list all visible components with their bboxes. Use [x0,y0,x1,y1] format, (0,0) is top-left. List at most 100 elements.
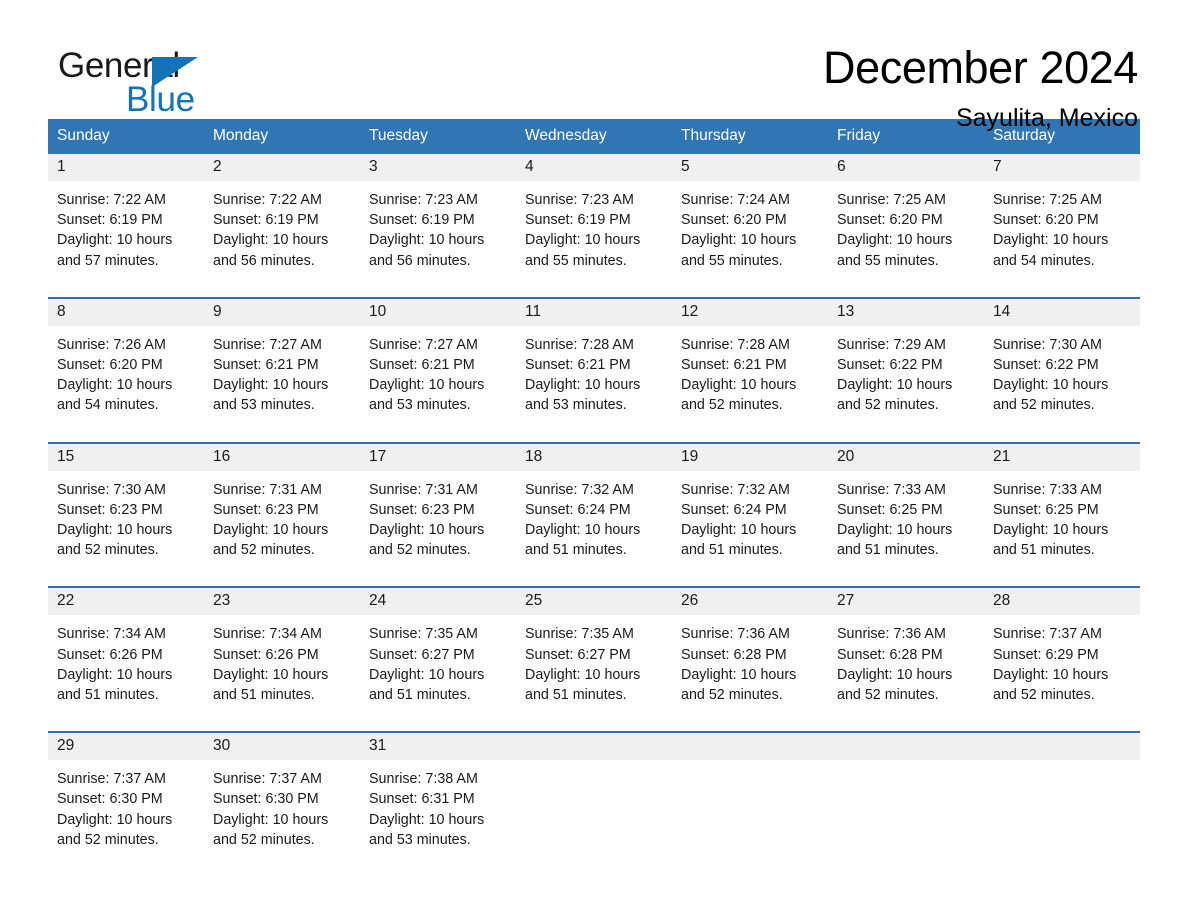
sunset-text: Sunset: 6:26 PM [57,646,163,663]
sunset-text: Sunset: 6:27 PM [525,646,631,663]
daylight-text-line2: and 52 minutes. [369,542,471,559]
day-number: 4 [516,154,672,181]
calendar-day-cell[interactable]: 19 Sunrise: 7:32 AM Sunset: 6:24 PM Dayligh… [672,441,828,588]
daylight-text-line2: and 57 minutes. [57,252,159,269]
sunrise-text: Sunrise: 7:37 AM [993,626,1102,643]
sunset-text: Sunset: 6:23 PM [57,501,163,518]
day-details [828,760,984,795]
calendar-day-cell[interactable]: 30 Sunrise: 7:37 AM Sunset: 6:30 PM Dayligh… [204,731,360,877]
daylight-text-line2: and 52 minutes. [837,687,939,704]
calendar-day-cell[interactable]: 3 Sunrise: 7:23 AM Sunset: 6:19 PM Daylight… [360,154,516,298]
calendar-page: General Blue December 2024 Sayulita, Mex… [0,0,1188,918]
sunrise-text: Sunrise: 7:35 AM [369,626,478,643]
sunrise-text: Sunrise: 7:34 AM [213,626,322,643]
daylight-text-line2: and 52 minutes. [57,542,159,559]
calendar-day-cell[interactable]: 23 Sunrise: 7:34 AM Sunset: 6:26 PM Dayligh… [204,586,360,733]
calendar-day-cell[interactable]: 13 Sunrise: 7:29 AM Sunset: 6:22 PM Dayligh… [828,296,984,443]
calendar-day-cell[interactable]: 5 Sunrise: 7:24 AM Sunset: 6:20 PM Daylight… [672,154,828,298]
day-number: 7 [984,154,1140,181]
calendar-day-cell[interactable]: 1 Sunrise: 7:22 AM Sunset: 6:19 PM Daylight… [48,154,204,298]
calendar-day-cell[interactable]: 25 Sunrise: 7:35 AM Sunset: 6:27 PM Dayligh… [516,586,672,733]
day-number: 3 [360,154,516,181]
calendar-day-cell[interactable]: 6 Sunrise: 7:25 AM Sunset: 6:20 PM Daylight… [828,154,984,298]
calendar-day-cell[interactable]: 7 Sunrise: 7:25 AM Sunset: 6:20 PM Daylight… [984,154,1140,298]
sunrise-text: Sunrise: 7:31 AM [369,481,478,498]
day-details [984,760,1140,795]
day-details: Sunrise: 7:25 AM Sunset: 6:20 PM Daylight:… [828,181,984,297]
daylight-text-line1: Daylight: 10 hours [57,811,173,828]
daylight-text-line2: and 51 minutes. [369,687,471,704]
day-number: 17 [360,443,516,471]
sunrise-text: Sunrise: 7:33 AM [993,481,1102,498]
calendar-day-cell[interactable]: 10 Sunrise: 7:27 AM Sunset: 6:21 PM Dayligh… [360,296,516,443]
calendar-day-cell[interactable]: 20 Sunrise: 7:33 AM Sunset: 6:25 PM Dayligh… [828,441,984,588]
general-blue-logo: General Blue [48,44,248,117]
calendar-day-cell[interactable]: 12 Sunrise: 7:28 AM Sunset: 6:21 PM Dayligh… [672,296,828,443]
sunrise-text: Sunrise: 7:27 AM [213,336,322,353]
daylight-text-line2: and 51 minutes. [837,542,939,559]
daylight-text-line1: Daylight: 10 hours [993,666,1109,683]
calendar-day-cell[interactable]: 21 Sunrise: 7:33 AM Sunset: 6:25 PM Dayligh… [984,441,1140,588]
calendar-day-cell[interactable]: 29 Sunrise: 7:37 AM Sunset: 6:30 PM Dayligh… [48,731,204,877]
day-details: Sunrise: 7:31 AM Sunset: 6:23 PM Daylight:… [204,471,360,587]
day-number: 19 [672,443,828,471]
sunset-text: Sunset: 6:30 PM [57,791,163,808]
calendar-day-cell[interactable]: 31 Sunrise: 7:38 AM Sunset: 6:31 PM Dayligh… [360,731,516,877]
day-number: 6 [828,154,984,181]
day-number: 5 [672,154,828,181]
sunset-text: Sunset: 6:20 PM [57,357,163,374]
daylight-text-line2: and 51 minutes. [525,542,627,559]
calendar-day-cell[interactable]: 8 Sunrise: 7:26 AM Sunset: 6:20 PM Daylight… [48,296,204,443]
page-header: General Blue December 2024 Sayulita, Mex… [48,0,1140,132]
sunrise-text: Sunrise: 7:26 AM [57,336,166,353]
sunset-text: Sunset: 6:30 PM [213,791,319,808]
calendar-day-cell[interactable]: 16 Sunrise: 7:31 AM Sunset: 6:23 PM Dayligh… [204,441,360,588]
sunrise-text: Sunrise: 7:22 AM [57,192,166,208]
calendar-day-cell[interactable]: 18 Sunrise: 7:32 AM Sunset: 6:24 PM Dayligh… [516,441,672,588]
day-number: 30 [204,733,360,761]
daylight-text-line1: Daylight: 10 hours [57,666,173,683]
day-details: Sunrise: 7:32 AM Sunset: 6:24 PM Daylight:… [672,471,828,587]
sunrise-text: Sunrise: 7:35 AM [525,626,634,643]
calendar-day-cell[interactable]: 4 Sunrise: 7:23 AM Sunset: 6:19 PM Daylight… [516,154,672,298]
calendar-day-cell[interactable]: 26 Sunrise: 7:36 AM Sunset: 6:28 PM Dayligh… [672,586,828,733]
calendar-day-cell[interactable]: 14 Sunrise: 7:30 AM Sunset: 6:22 PM Dayligh… [984,296,1140,443]
daylight-text-line1: Daylight: 10 hours [213,811,329,828]
daylight-text-line1: Daylight: 10 hours [369,811,485,828]
sunrise-text: Sunrise: 7:38 AM [369,771,478,788]
calendar-day-cell[interactable]: 24 Sunrise: 7:35 AM Sunset: 6:27 PM Dayligh… [360,586,516,733]
day-number: 9 [204,298,360,326]
sunset-text: Sunset: 6:24 PM [681,501,787,518]
calendar-day-cell[interactable]: 9 Sunrise: 7:27 AM Sunset: 6:21 PM Daylight… [204,296,360,443]
sunrise-text: Sunrise: 7:23 AM [525,192,634,208]
daylight-text-line1: Daylight: 10 hours [525,666,641,683]
calendar-day-cell[interactable]: 22 Sunrise: 7:34 AM Sunset: 6:26 PM Dayligh… [48,586,204,733]
calendar-day-cell[interactable]: 11 Sunrise: 7:28 AM Sunset: 6:21 PM Dayligh… [516,296,672,443]
calendar-day-cell[interactable]: 2 Sunrise: 7:22 AM Sunset: 6:19 PM Daylight… [204,154,360,298]
calendar-week-row: 22 Sunrise: 7:34 AM Sunset: 6:26 PM Dayligh… [48,586,1140,733]
sunset-text: Sunset: 6:19 PM [369,212,475,229]
daylight-text-line1: Daylight: 10 hours [213,232,329,249]
day-details: Sunrise: 7:37 AM Sunset: 6:30 PM Daylight:… [204,760,360,876]
day-number: 15 [48,443,204,471]
daylight-text-line1: Daylight: 10 hours [837,377,953,394]
day-number [672,733,828,761]
daylight-text-line2: and 53 minutes. [525,397,627,414]
daylight-text-line1: Daylight: 10 hours [681,232,797,249]
daylight-text-line1: Daylight: 10 hours [369,522,485,539]
daylight-text-line1: Daylight: 10 hours [681,666,797,683]
calendar-day-cell[interactable]: 27 Sunrise: 7:36 AM Sunset: 6:28 PM Dayligh… [828,586,984,733]
calendar-day-cell[interactable]: 28 Sunrise: 7:37 AM Sunset: 6:29 PM Dayligh… [984,586,1140,733]
daylight-text-line1: Daylight: 10 hours [57,377,173,394]
calendar-day-cell[interactable]: 15 Sunrise: 7:30 AM Sunset: 6:23 PM Dayligh… [48,441,204,588]
day-details [516,760,672,795]
daylight-text-line2: and 53 minutes. [369,831,471,848]
sunset-text: Sunset: 6:24 PM [525,501,631,518]
sunrise-text: Sunrise: 7:29 AM [837,336,946,353]
day-details: Sunrise: 7:27 AM Sunset: 6:21 PM Daylight:… [360,326,516,442]
daylight-text-line2: and 53 minutes. [369,397,471,414]
daylight-text-line2: and 55 minutes. [837,252,939,269]
calendar-day-cell[interactable]: 17 Sunrise: 7:31 AM Sunset: 6:23 PM Dayligh… [360,441,516,588]
day-details: Sunrise: 7:37 AM Sunset: 6:29 PM Daylight:… [984,615,1140,731]
sunset-text: Sunset: 6:19 PM [57,212,163,229]
